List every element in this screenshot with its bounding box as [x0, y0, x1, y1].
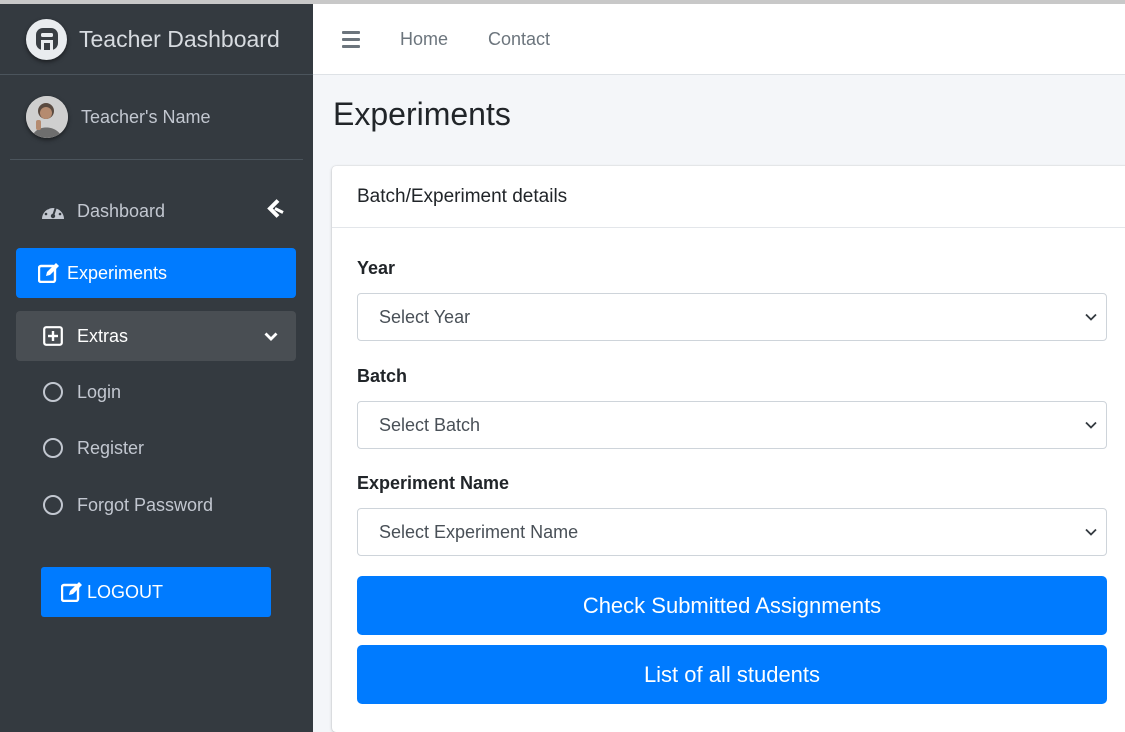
sidebar-item-label: Register	[77, 437, 145, 458]
top-navbar: Home Contact	[313, 4, 1125, 75]
nav-link-contact[interactable]: Contact	[488, 29, 550, 50]
batch-select[interactable]: Select Batch	[357, 401, 1107, 449]
chevron-down-icon	[1085, 313, 1097, 321]
chevron-down-icon	[1085, 421, 1097, 429]
logout-label: LOGOUT	[87, 581, 164, 602]
sidebar: Teacher Dashboard Teacher's Name Dashboa…	[0, 4, 313, 732]
card-header: Batch/Experiment details	[332, 166, 1125, 228]
sidebar-item-experiments[interactable]: Experiments	[16, 248, 296, 298]
user-panel[interactable]: Teacher's Name	[10, 75, 303, 160]
experiment-select-value: Select Experiment Name	[379, 521, 579, 542]
plus-square-icon	[39, 326, 67, 346]
list-all-students-button[interactable]: List of all students	[357, 645, 1107, 704]
sidebar-item-dashboard[interactable]: Dashboard	[16, 186, 296, 236]
year-label: Year	[357, 258, 396, 278]
sidebar-item-label: Forgot Password	[77, 494, 214, 515]
edit-icon	[61, 582, 83, 602]
circle-icon	[39, 381, 67, 403]
sidebar-item-forgot-password[interactable]: Forgot Password	[16, 480, 296, 530]
chevron-down-icon	[1085, 528, 1097, 536]
nav-link-home[interactable]: Home	[400, 29, 448, 50]
chevron-down-icon[interactable]	[264, 326, 278, 347]
year-select[interactable]: Select Year	[357, 293, 1107, 341]
tachometer-icon	[39, 201, 67, 221]
user-name[interactable]: Teacher's Name	[81, 107, 211, 128]
circle-icon	[39, 437, 67, 459]
batch-label: Batch	[357, 366, 408, 386]
sidebar-item-label: Dashboard	[77, 200, 166, 221]
check-submitted-assignments-button[interactable]: Check Submitted Assignments	[357, 576, 1107, 635]
chevron-left-icon[interactable]	[266, 199, 284, 224]
edit-icon	[35, 263, 63, 283]
experiment-details-card: Batch/Experiment details Year Select Yea…	[332, 166, 1125, 732]
batch-select-value: Select Batch	[379, 414, 481, 435]
sidebar-item-label: Experiments	[67, 262, 168, 283]
sidebar-item-extras[interactable]: Extras	[16, 311, 296, 361]
experiment-name-select[interactable]: Select Experiment Name	[357, 508, 1107, 556]
sidebar-item-label: Login	[77, 381, 122, 402]
page-title: Experiments	[333, 96, 511, 132]
avatar	[26, 96, 68, 138]
sidebar-item-register[interactable]: Register	[16, 423, 296, 473]
brand-logo-icon	[26, 18, 67, 60]
year-select-value: Select Year	[379, 306, 471, 327]
sidebar-item-label: Extras	[77, 325, 129, 346]
brand-link[interactable]: Teacher Dashboard	[0, 4, 313, 75]
circle-icon	[39, 494, 67, 516]
sidebar-item-login[interactable]: Login	[16, 367, 296, 417]
hamburger-menu-icon[interactable]	[342, 30, 360, 48]
experiment-name-label: Experiment Name	[357, 473, 510, 493]
logout-button[interactable]: LOGOUT	[41, 567, 271, 617]
brand-title: Teacher Dashboard	[79, 25, 280, 52]
